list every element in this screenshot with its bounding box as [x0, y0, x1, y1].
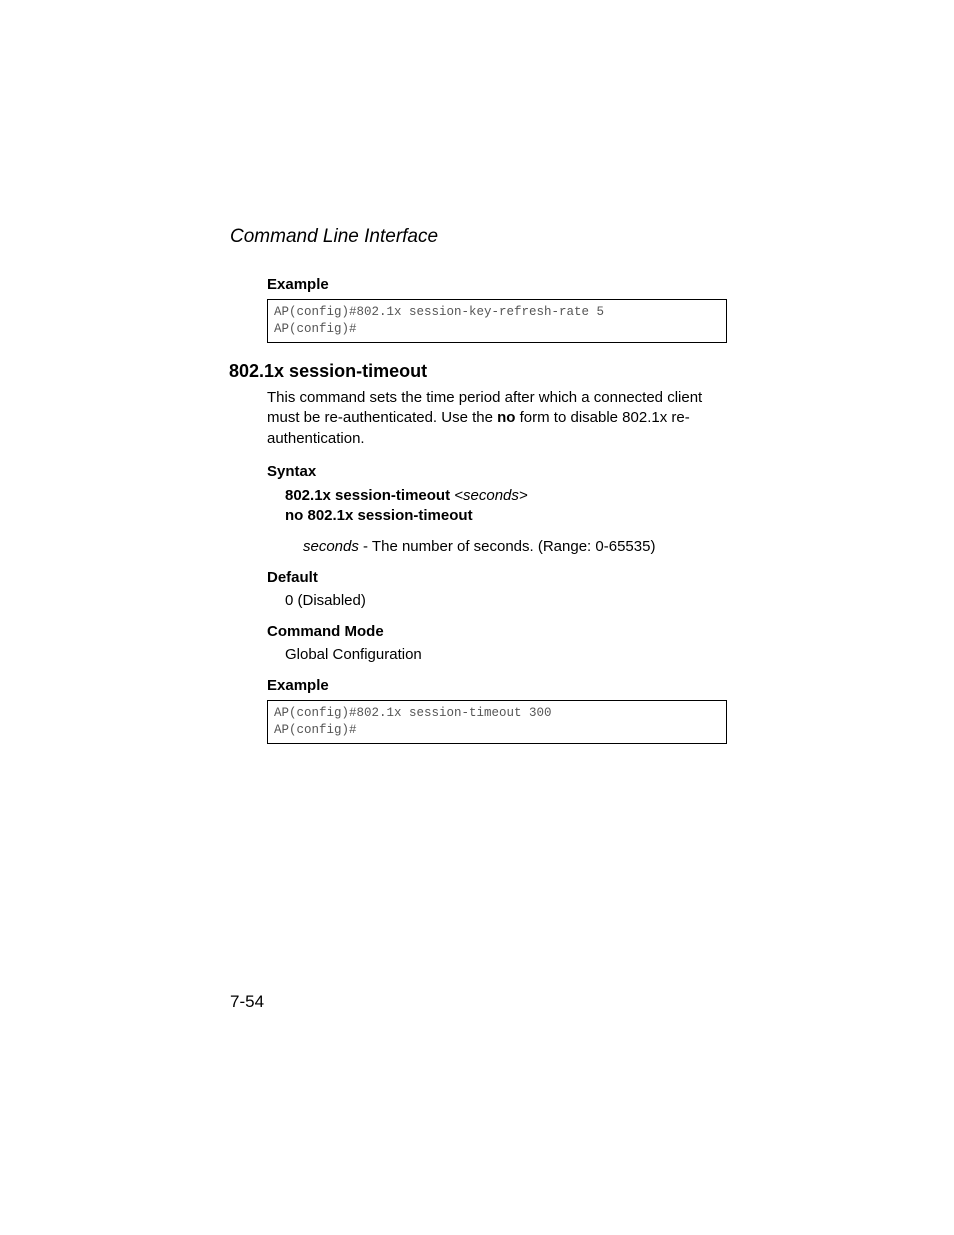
section-heading: 802.1x session-timeout: [229, 361, 427, 382]
code-box-2: AP(config)#802.1x session-timeout 300 AP…: [267, 700, 727, 744]
desc-bold: no: [497, 409, 515, 426]
syntax-label: Syntax: [267, 463, 727, 480]
param-text: - The number of seconds. (Range: 0-65535…: [359, 538, 656, 555]
default-value: 0 (Disabled): [285, 592, 727, 609]
running-head: Command Line Interface: [230, 226, 438, 248]
param-name: seconds: [303, 538, 359, 555]
syntax-line-2: no 802.1x session-timeout: [285, 506, 727, 526]
code-box-1: AP(config)#802.1x session-key-refresh-ra…: [267, 299, 727, 343]
syntax-arg: <seconds>: [450, 487, 528, 504]
param-desc: seconds - The number of seconds. (Range:…: [303, 538, 727, 555]
syntax-line-1: 802.1x session-timeout <seconds>: [285, 486, 727, 506]
syntax-cmd: 802.1x session-timeout: [285, 487, 450, 504]
page: Command Line Interface Example AP(config…: [0, 0, 954, 1235]
example-label-1: Example: [267, 276, 727, 293]
page-number: 7-54: [230, 992, 264, 1012]
example-label-2: Example: [267, 677, 727, 694]
syntax-block: 802.1x session-timeout <seconds> no 802.…: [285, 486, 727, 527]
command-mode-value: Global Configuration: [285, 646, 727, 663]
default-label: Default: [267, 569, 727, 586]
example-block-1: Example AP(config)#802.1x session-key-re…: [267, 276, 727, 349]
command-mode-label: Command Mode: [267, 623, 727, 640]
section-body: This command sets the time period after …: [267, 388, 727, 750]
description: This command sets the time period after …: [267, 388, 727, 449]
